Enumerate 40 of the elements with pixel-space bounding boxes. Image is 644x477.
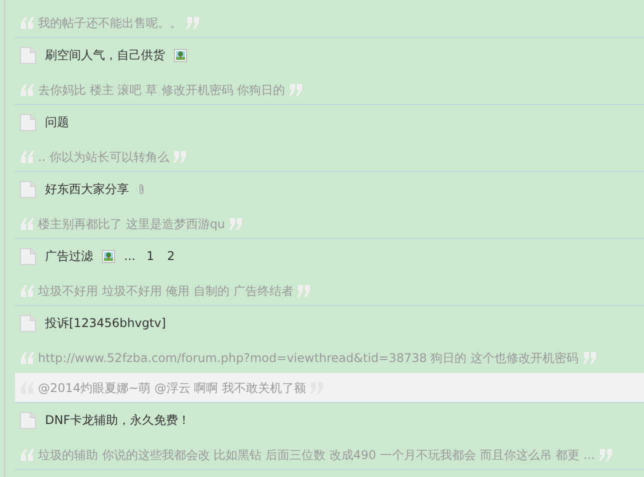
- thread-title-link[interactable]: 刷空间人气，自己供货: [45, 46, 165, 64]
- document-icon: [20, 180, 36, 198]
- image-icon: [174, 48, 187, 62]
- close-quote-icon: [228, 216, 244, 230]
- document-icon: [20, 248, 36, 264]
- reply-excerpt: http://www.52fzba.com/forum.php?mod=viewthread&tid=38738 狗日的 这个也修改开机密码: [38, 350, 579, 367]
- thread-title-link[interactable]: DNF卡龙辅助，永久免费！: [45, 411, 190, 429]
- thread-title-link[interactable]: 好东西大家分享: [45, 180, 129, 198]
- open-quote-icon: [19, 16, 35, 30]
- thread-title-link[interactable]: 问题: [45, 113, 69, 131]
- paperclip-icon: [138, 183, 145, 195]
- open-quote-icon: [19, 82, 35, 96]
- open-quote-icon: [19, 448, 35, 462]
- close-quote-icon: [598, 448, 614, 462]
- reply-excerpt: 我的帖子还不能出售呢。。: [38, 14, 182, 32]
- document-icon: [20, 46, 36, 64]
- open-quote-icon: [19, 216, 35, 230]
- document-icon: [20, 412, 36, 428]
- document-icon: [20, 114, 36, 130]
- image-icon: [102, 250, 115, 262]
- reply-excerpt: @2014灼眼夏娜~萌 @浮云 啊啊 我不敢关机了额: [38, 380, 306, 396]
- reply-excerpt: 去你妈比 楼主 滚吧 草 修改开机密码 你狗日的: [38, 82, 286, 98]
- close-quote-icon: [296, 284, 312, 298]
- page-link[interactable]: 2: [165, 247, 177, 265]
- reply-excerpt: 楼主别再都比了 这里是造梦西游qu: [38, 216, 226, 232]
- reply-excerpt: .. 你以为站长可以转角么: [38, 148, 170, 166]
- open-quote-icon: [19, 284, 35, 298]
- page-link[interactable]: 1: [144, 247, 156, 265]
- open-quote-icon: [19, 351, 35, 365]
- document-icon: [20, 314, 36, 332]
- thread-title-link[interactable]: 广告过滤: [45, 247, 93, 265]
- thread-title-link[interactable]: 投诉[123456bhvgtv]: [45, 314, 166, 332]
- ellipsis: ...: [124, 248, 136, 265]
- close-quote-icon: [185, 16, 201, 30]
- open-quote-icon: [19, 150, 35, 164]
- close-quote-icon: [288, 82, 304, 96]
- close-quote-icon: [172, 150, 188, 164]
- reply-excerpt: 垃圾不好用 垃圾不好用 俺用 自制的 广告终结者: [38, 282, 294, 300]
- reply-excerpt: 垃圾的辅助 你说的这些我都会改 比如黑钻 后面三位数 改成490 一个月不玩我都会 而且你这么吊 都更 ...: [38, 446, 595, 464]
- close-quote-icon: [582, 351, 598, 365]
